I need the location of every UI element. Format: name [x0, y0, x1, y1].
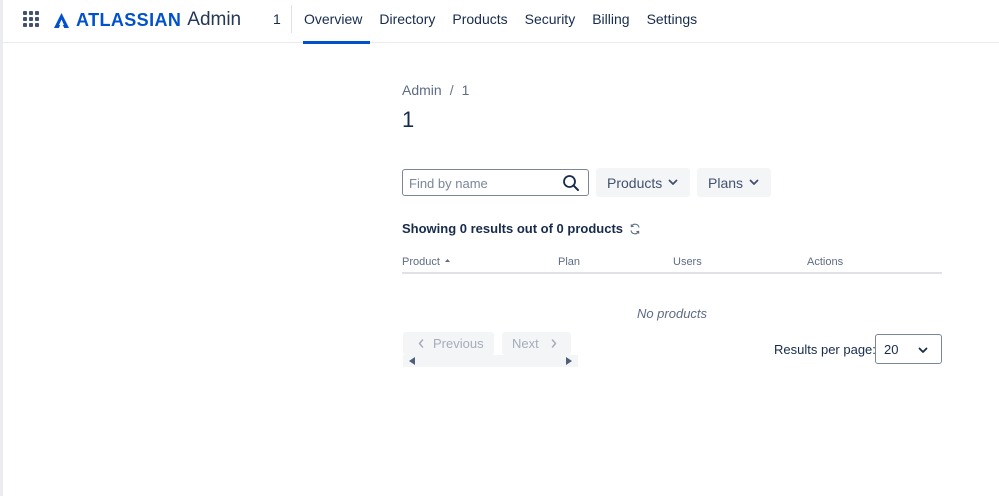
column-header-actions: Actions [807, 256, 844, 268]
column-header-users: Users [673, 256, 702, 268]
breadcrumb: Admin / 1 [402, 82, 469, 98]
column-header-product[interactable]: Product [402, 256, 450, 268]
products-filter-label: Products [607, 174, 663, 191]
app-switcher-icon[interactable] [23, 11, 39, 27]
plans-filter-label: Plans [708, 174, 744, 191]
results-summary-text: Showing 0 results out of 0 products [402, 221, 624, 236]
plans-filter-dropdown[interactable]: Plans [697, 168, 771, 197]
empty-state-message: No products [636, 306, 708, 321]
search-icon[interactable] [562, 174, 580, 192]
next-page-button[interactable]: Next [502, 332, 571, 355]
breadcrumb-org-link[interactable]: 1 [462, 82, 470, 98]
results-summary: Showing 0 results out of 0 products [402, 221, 641, 236]
chevron-right-icon [551, 339, 557, 348]
org-switcher[interactable]: 1 [273, 11, 281, 27]
tab-settings[interactable]: Settings [639, 0, 706, 43]
pagination-horizontal-scrollbar[interactable] [403, 355, 578, 367]
chevron-down-icon [668, 179, 678, 185]
refresh-icon[interactable] [629, 223, 641, 235]
tab-directory[interactable]: Directory [371, 0, 443, 43]
products-filter-dropdown[interactable]: Products [596, 168, 690, 197]
page-left-edge [0, 0, 3, 496]
tab-billing[interactable]: Billing [584, 0, 637, 43]
search-input[interactable] [409, 174, 557, 192]
results-per-page-select[interactable]: 20 [875, 334, 942, 364]
previous-label: Previous [433, 336, 484, 351]
atlassian-logo-icon [54, 12, 69, 28]
atlassian-admin-logo[interactable]: ATLASSIAN Admin [53, 9, 241, 31]
previous-page-button[interactable]: Previous [403, 332, 494, 355]
results-per-page-value: 20 [884, 342, 899, 357]
next-label: Next [512, 336, 539, 351]
breadcrumb-separator: / [449, 82, 454, 98]
chevron-down-icon [749, 179, 759, 185]
scroll-right-arrow-icon[interactable] [566, 357, 572, 365]
page-title: 1 [402, 107, 415, 132]
sort-ascending-icon [444, 259, 450, 262]
atlassian-wordmark: ATLASSIAN [76, 9, 182, 30]
scroll-left-arrow-icon[interactable] [409, 357, 415, 365]
column-header-plan: Plan [558, 256, 581, 268]
products-table-header: Product Plan Users Actions [402, 254, 942, 274]
tab-overview[interactable]: Overview [296, 0, 371, 44]
top-navigation: ATLASSIAN Admin 1 Overview Directory Pro… [0, 0, 999, 44]
results-per-page-label: Results per page: [774, 342, 876, 357]
admin-product-name: Admin [187, 9, 242, 30]
nav-divider [291, 5, 292, 33]
tab-security[interactable]: Security [517, 0, 584, 43]
breadcrumb-admin-link[interactable]: Admin [402, 82, 442, 98]
search-field[interactable] [402, 169, 589, 196]
nav-tabs: Overview Directory Products Security Bil… [296, 0, 706, 44]
chevron-left-icon [418, 339, 424, 348]
tab-products[interactable]: Products [444, 0, 515, 43]
chevron-down-icon [918, 347, 928, 353]
